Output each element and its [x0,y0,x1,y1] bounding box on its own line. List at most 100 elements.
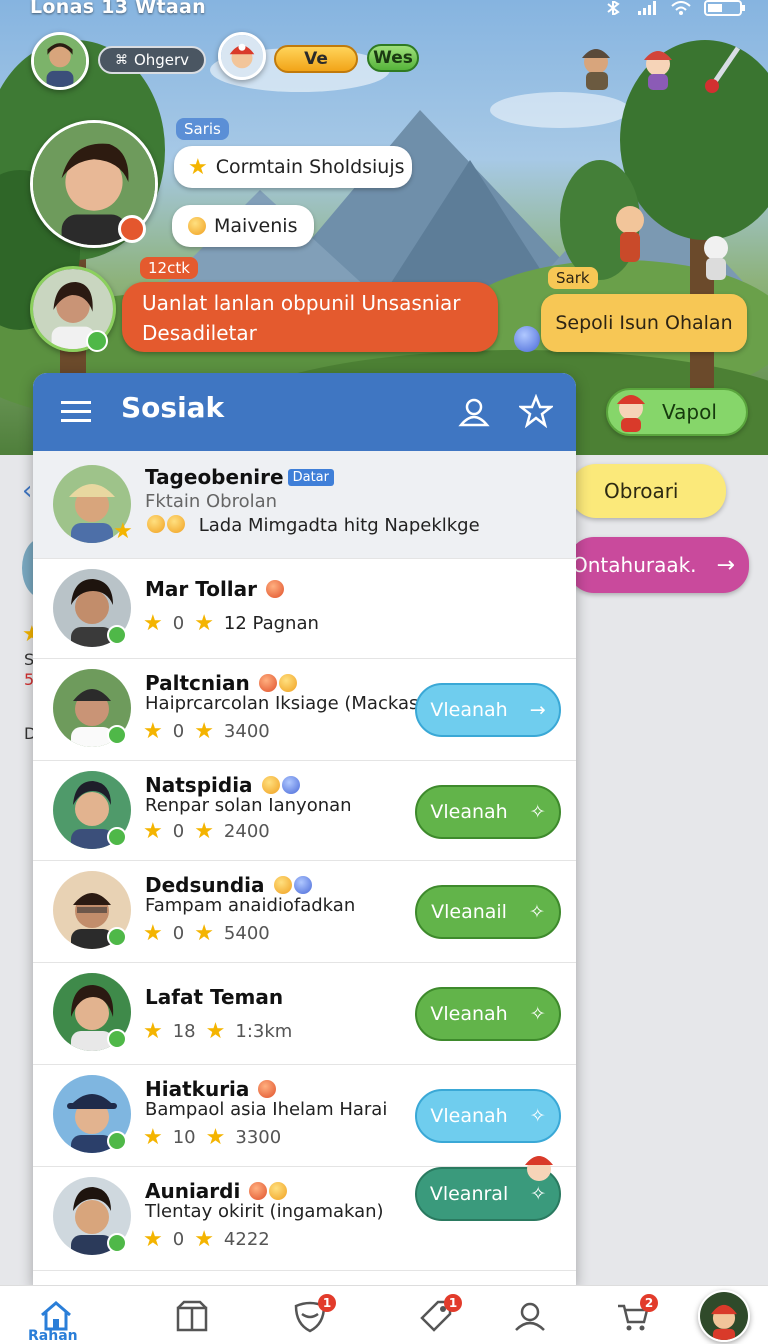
warrior-character-icon[interactable] [574,42,622,92]
star-icon: ★ [194,719,214,744]
online-check-icon [107,725,127,745]
friend-status: Tlentay okirit (ingamakan) [145,1201,384,1222]
friend-stats: ★ 10 ★ 3300 [143,1125,282,1150]
name-tag-12ctk: 12ctk [140,257,198,279]
star-icon: ★ [143,1125,163,1150]
star-icon: ★ [194,611,214,636]
friend-name: Hiatkuria [145,1077,277,1101]
hud-green-pill[interactable]: Wes [367,44,419,72]
star-icon: ★ [143,1019,163,1044]
name-tag-sark: Sark [548,267,598,289]
bluetooth-icon [607,1,620,15]
nav-profile[interactable] [512,1298,548,1334]
friend-status: Haiprcarcolan Iksiage (Mackas) [145,693,426,714]
chat-bubble-1[interactable]: ★ Cormtain Sholdsiujs [174,146,412,188]
emoji-icon [278,674,297,692]
signal-icon [638,1,656,15]
online-check-icon [107,827,127,847]
chat-bubble-2[interactable]: Maivenis [172,205,314,247]
vapol-label: Vapol [662,400,717,424]
emoji-icon [147,515,165,533]
star-icon: ★ [143,719,163,744]
emoji-icon [249,1182,268,1200]
friend-name: Dedsundia [145,873,312,897]
box-icon [176,1300,208,1332]
nav-shield[interactable]: 1 [292,1294,336,1334]
star-icon: ★ [194,819,214,844]
favorite-star-icon: ★ [113,519,133,544]
chat-bubble-2-text: Maivenis [214,215,298,237]
obroari-label: Obroari [604,479,679,503]
friend-name: Tageobenire Datar [145,465,334,489]
friend-name: Auniardi [145,1179,288,1203]
list-item[interactable]: Paltcnian Haiprcarcolan Iksiage (Mackas)… [33,659,576,761]
friend-stats: ★ 0 ★ 3400 [143,719,270,744]
sword-icon[interactable] [702,42,746,96]
arrow-right-icon: → [716,552,735,578]
star-icon: ★ [143,611,163,636]
sparkle-icon: ✧ [528,901,545,923]
companion-avatar[interactable] [218,32,266,80]
notification-badge: 2 [640,1294,658,1312]
girl-character-icon[interactable] [636,42,682,92]
nav-inventory[interactable] [174,1298,210,1334]
player-avatar[interactable] [31,32,89,90]
nav-cart[interactable]: 2 [614,1294,658,1334]
friends-icon[interactable] [457,395,491,429]
list-item[interactable]: Mar Tollar ★ 0 ★ 12 Pagnan [33,559,576,659]
name-tag-saris: Saris [176,118,229,140]
nav-avatar[interactable] [698,1290,750,1342]
hud-yellow-pill[interactable]: Ve [274,45,358,73]
menu-icon[interactable] [59,395,93,429]
emoji-icon [269,1182,288,1200]
chat-yellow-message[interactable]: Sepoli Isun Ohalan [541,294,747,352]
ontah-button[interactable]: Ontahuraak. → [568,537,749,593]
friend-stats: ★ 0 ★ 2400 [143,819,270,844]
nav-tag[interactable]: 1 [418,1294,462,1334]
list-item[interactable]: Hiatkuria Bampaol asia Ihelam Harai ★ 10 … [33,1065,576,1167]
visit-button[interactable]: Vleanail ✧ [415,885,561,939]
online-check-icon [107,1131,127,1151]
star-icon: ★ [205,1125,226,1150]
visit-button[interactable]: Vleanah ✧ [415,987,561,1041]
online-check-icon [107,927,127,947]
visit-button[interactable]: Vleanah → [415,683,561,737]
friend-status: Fampam anaidiofadkan [145,895,356,916]
star-icon: ★ [143,1227,163,1252]
visit-button[interactable]: Vleanah ✧ [415,1089,561,1143]
social-panel: Sosiak ★ Tageobenire Datar Fktain Obrolan… [33,373,576,1285]
list-item[interactable]: ★ Tageobenire Datar Fktain Obrolan Lada M… [33,451,576,559]
sparkle-icon: ✧ [529,801,546,823]
emoji-icon [293,876,312,894]
star-icon: ★ [188,154,208,180]
friend-status: Bampaol asia Ihelam Harai [145,1099,388,1120]
emoji-icon [273,876,292,894]
star-icon: ★ [143,921,163,946]
visit-button[interactable]: Vleanah ✧ [415,785,561,839]
arrow-right-icon: → [529,699,546,721]
vapol-button[interactable]: Vapol [606,388,748,436]
list-item[interactable]: Auniardi Tlentay okirit (ingamakan) ★ 0 ★… [33,1156,576,1271]
friend-status: Fktain Obrolan [145,491,278,512]
chat-orange-message[interactable]: Uanlat lanlan obpunil Unsasniar Desadile… [122,282,498,352]
emoji-blue-icon [514,326,540,352]
list-item[interactable]: Lafat Teman ★ 18 ★ 1:3km Vleanah ✧ [33,963,576,1065]
status-label: Ohgerv [133,51,190,69]
player-status-pill[interactable]: ⌘ Ohgerv [98,46,206,74]
profile-icon [515,1302,545,1331]
list-item[interactable]: Dedsundia Fampam anaidiofadkan ★ 0 ★ 5400 … [33,861,576,963]
ontah-label: Ontahuraak. [572,553,697,577]
friend-name: Paltcnian [145,671,297,695]
obroari-button[interactable]: Obroari [570,464,726,518]
emoji-icon [266,580,284,598]
chevron-left-icon[interactable]: ‹ [22,476,32,506]
status-time: Lonas 13 Wtaan [30,0,206,18]
online-check-icon [107,625,127,645]
emoji-icon [261,776,280,794]
emoji-icon [281,776,300,794]
list-item[interactable]: Natspidia Renpar solan Ianyonan ★ 0 ★ 2400… [33,761,576,861]
star-favorites-icon[interactable] [519,394,553,428]
star-icon: ★ [143,819,163,844]
mascot-icon [617,395,645,432]
online-check-icon [107,1029,127,1049]
